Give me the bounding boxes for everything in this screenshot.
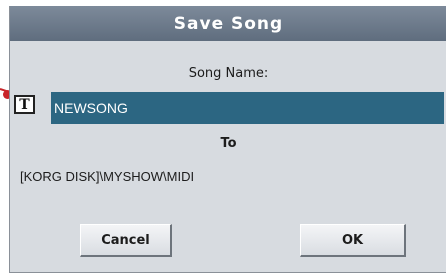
destination-path: [KORG DISK]\MYSHOW\MIDI [20,169,195,184]
cancel-button[interactable]: Cancel [80,224,172,257]
ok-button[interactable]: OK [300,224,406,257]
song-name-label: Song Name: [188,66,269,81]
dialog-title-bar: Save Song [10,6,446,41]
song-name-value: NEWSONG [54,100,128,116]
song-name-field[interactable]: NEWSONG [51,92,444,124]
dialog-title: Save Song [173,13,284,34]
save-song-dialog: Save Song Song Name: NEWSONG To [KORG DI… [9,6,446,273]
to-label: To [220,136,237,151]
text-edit-button[interactable]: T [14,95,35,114]
